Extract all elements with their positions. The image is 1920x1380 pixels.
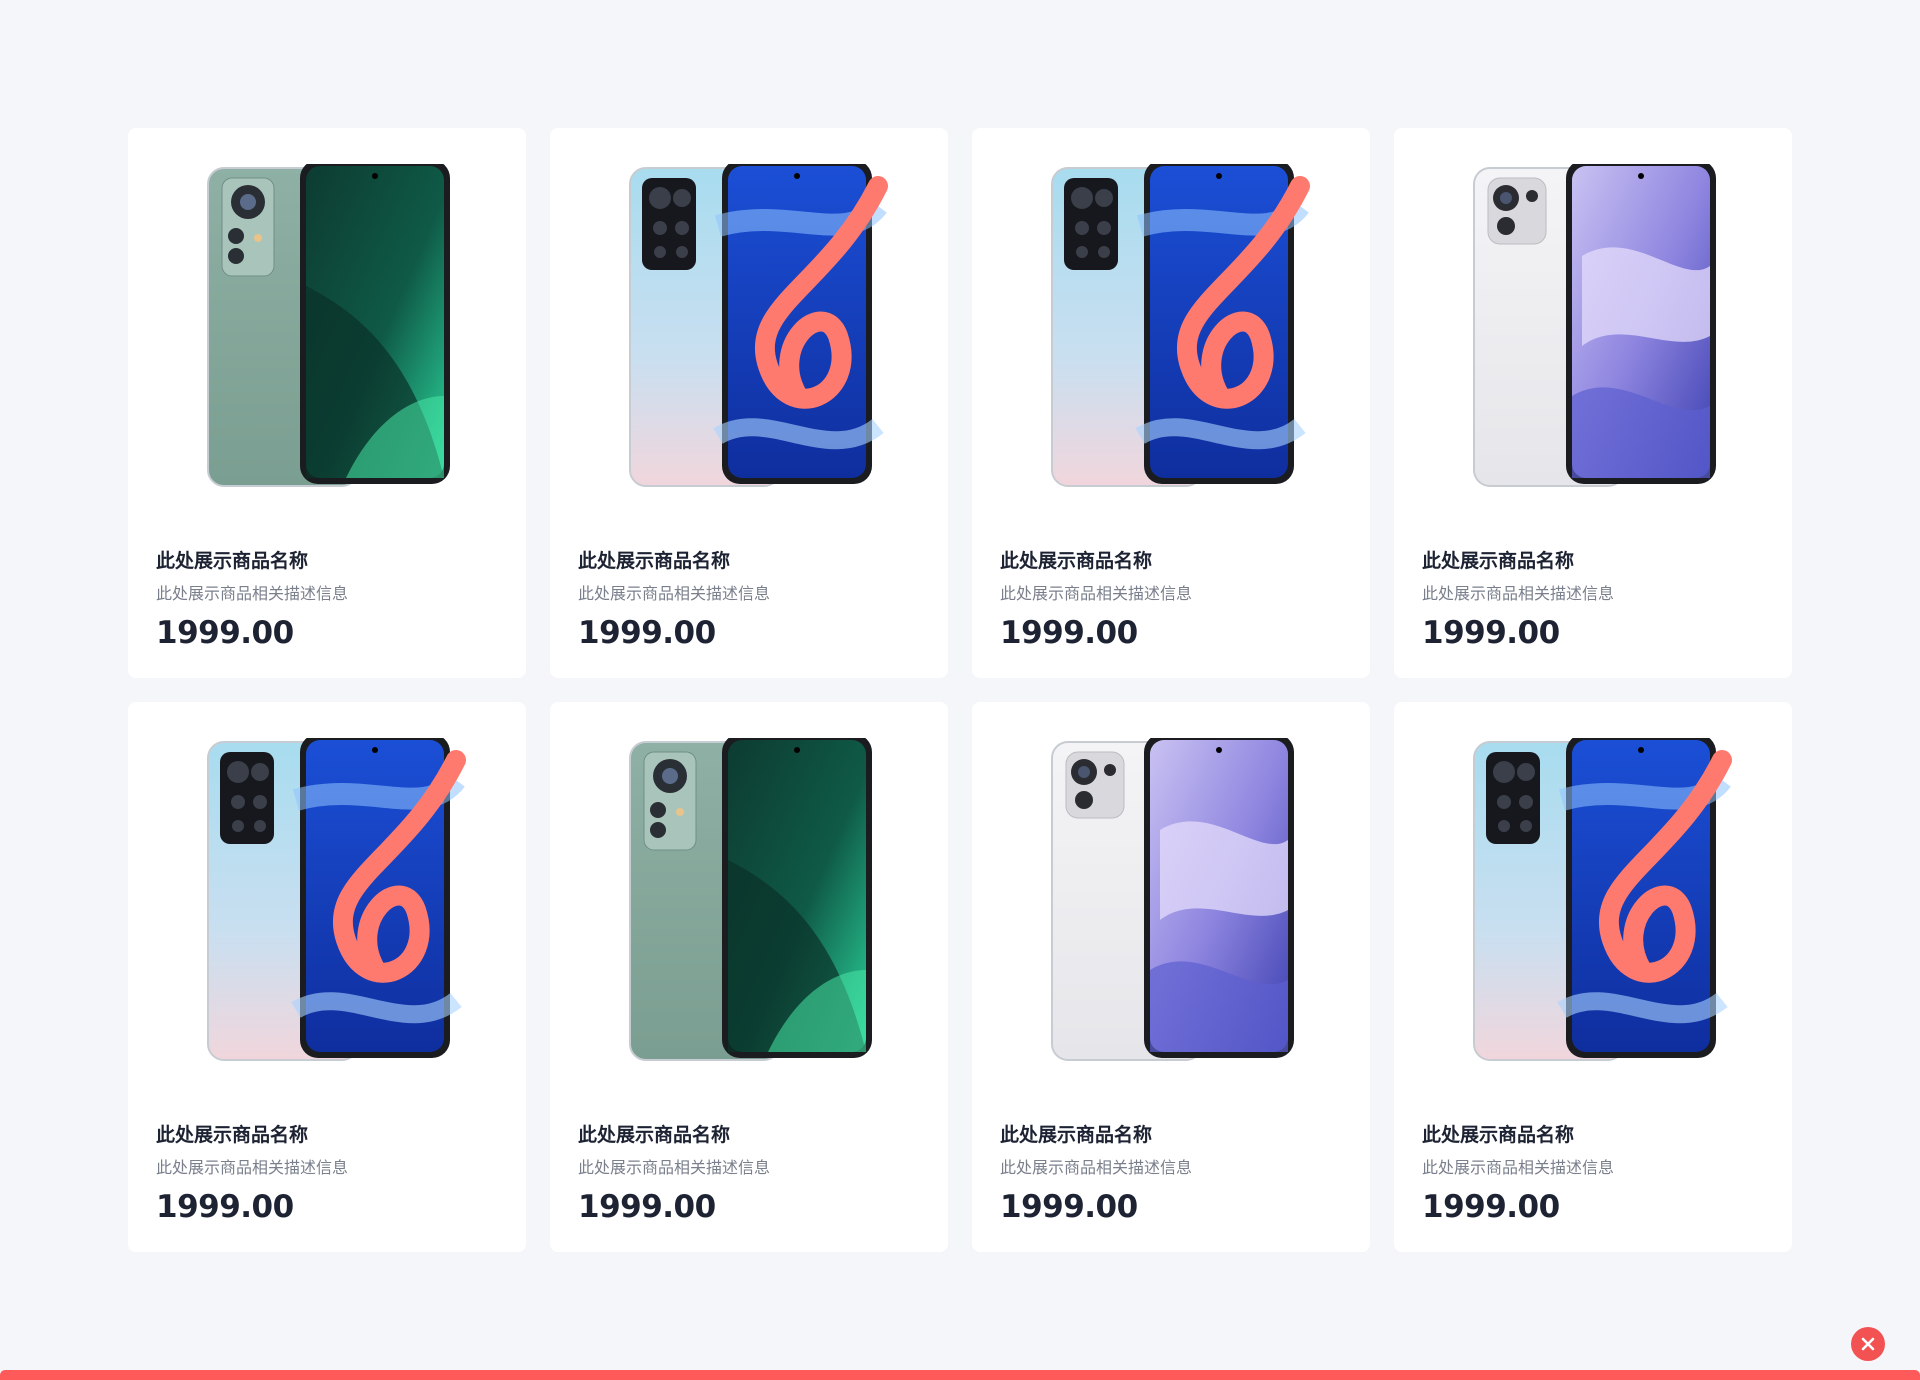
product-price: 1999.00 [578, 1189, 716, 1225]
product-name: 此处展示商品名称 [156, 1124, 309, 1146]
phone-illustration [1051, 738, 1294, 1061]
product-card[interactable]: 此处展示商品名称 此处展示商品相关描述信息 1999.00 [128, 128, 526, 678]
phone-illustration [207, 164, 450, 487]
product-name: 此处展示商品名称 [1422, 1124, 1575, 1146]
phone-illustration [1473, 738, 1732, 1061]
product-price: 1999.00 [1422, 1189, 1560, 1225]
product-price: 1999.00 [1000, 615, 1138, 651]
product-description: 此处展示商品相关描述信息 [1000, 1158, 1193, 1177]
product-card[interactable]: 此处展示商品名称 此处展示商品相关描述信息 1999.00 [1394, 128, 1792, 678]
bottom-accent-bar [0, 1370, 1920, 1380]
product-name: 此处展示商品名称 [156, 550, 309, 572]
product-description: 此处展示商品相关描述信息 [156, 584, 349, 603]
product-grid: 此处展示商品名称 此处展示商品相关描述信息 1999.00 此处展示商品名称 此… [128, 128, 1792, 1252]
product-image [972, 164, 1370, 494]
product-card[interactable]: 此处展示商品名称 此处展示商品相关描述信息 1999.00 [972, 702, 1370, 1252]
phone-illustration [1051, 164, 1310, 487]
product-image [1394, 164, 1792, 494]
product-price: 1999.00 [1000, 1189, 1138, 1225]
product-image [550, 738, 948, 1068]
product-description: 此处展示商品相关描述信息 [1000, 584, 1193, 603]
product-description: 此处展示商品相关描述信息 [578, 584, 771, 603]
phone-illustration [1473, 164, 1716, 487]
product-price: 1999.00 [156, 1189, 294, 1225]
product-card[interactable]: 此处展示商品名称 此处展示商品相关描述信息 1999.00 [550, 128, 948, 678]
product-image [1394, 738, 1792, 1068]
product-name: 此处展示商品名称 [1000, 550, 1153, 572]
product-image [972, 738, 1370, 1068]
product-card[interactable]: 此处展示商品名称 此处展示商品相关描述信息 1999.00 [550, 702, 948, 1252]
close-icon [1861, 1337, 1875, 1351]
product-card[interactable]: 此处展示商品名称 此处展示商品相关描述信息 1999.00 [972, 128, 1370, 678]
product-image [128, 738, 526, 1068]
phone-illustration [629, 164, 888, 487]
phone-illustration [629, 738, 872, 1061]
product-name: 此处展示商品名称 [578, 1124, 731, 1146]
close-button[interactable] [1851, 1327, 1885, 1361]
product-description: 此处展示商品相关描述信息 [1422, 1158, 1615, 1177]
product-image [128, 164, 526, 494]
product-description: 此处展示商品相关描述信息 [156, 1158, 349, 1177]
product-name: 此处展示商品名称 [578, 550, 731, 572]
phone-illustration [207, 738, 466, 1061]
product-card[interactable]: 此处展示商品名称 此处展示商品相关描述信息 1999.00 [128, 702, 526, 1252]
product-description: 此处展示商品相关描述信息 [1422, 584, 1615, 603]
product-price: 1999.00 [578, 615, 716, 651]
product-name: 此处展示商品名称 [1422, 550, 1575, 572]
product-name: 此处展示商品名称 [1000, 1124, 1153, 1146]
product-card[interactable]: 此处展示商品名称 此处展示商品相关描述信息 1999.00 [1394, 702, 1792, 1252]
product-price: 1999.00 [156, 615, 294, 651]
product-image [550, 164, 948, 494]
product-price: 1999.00 [1422, 615, 1560, 651]
product-description: 此处展示商品相关描述信息 [578, 1158, 771, 1177]
